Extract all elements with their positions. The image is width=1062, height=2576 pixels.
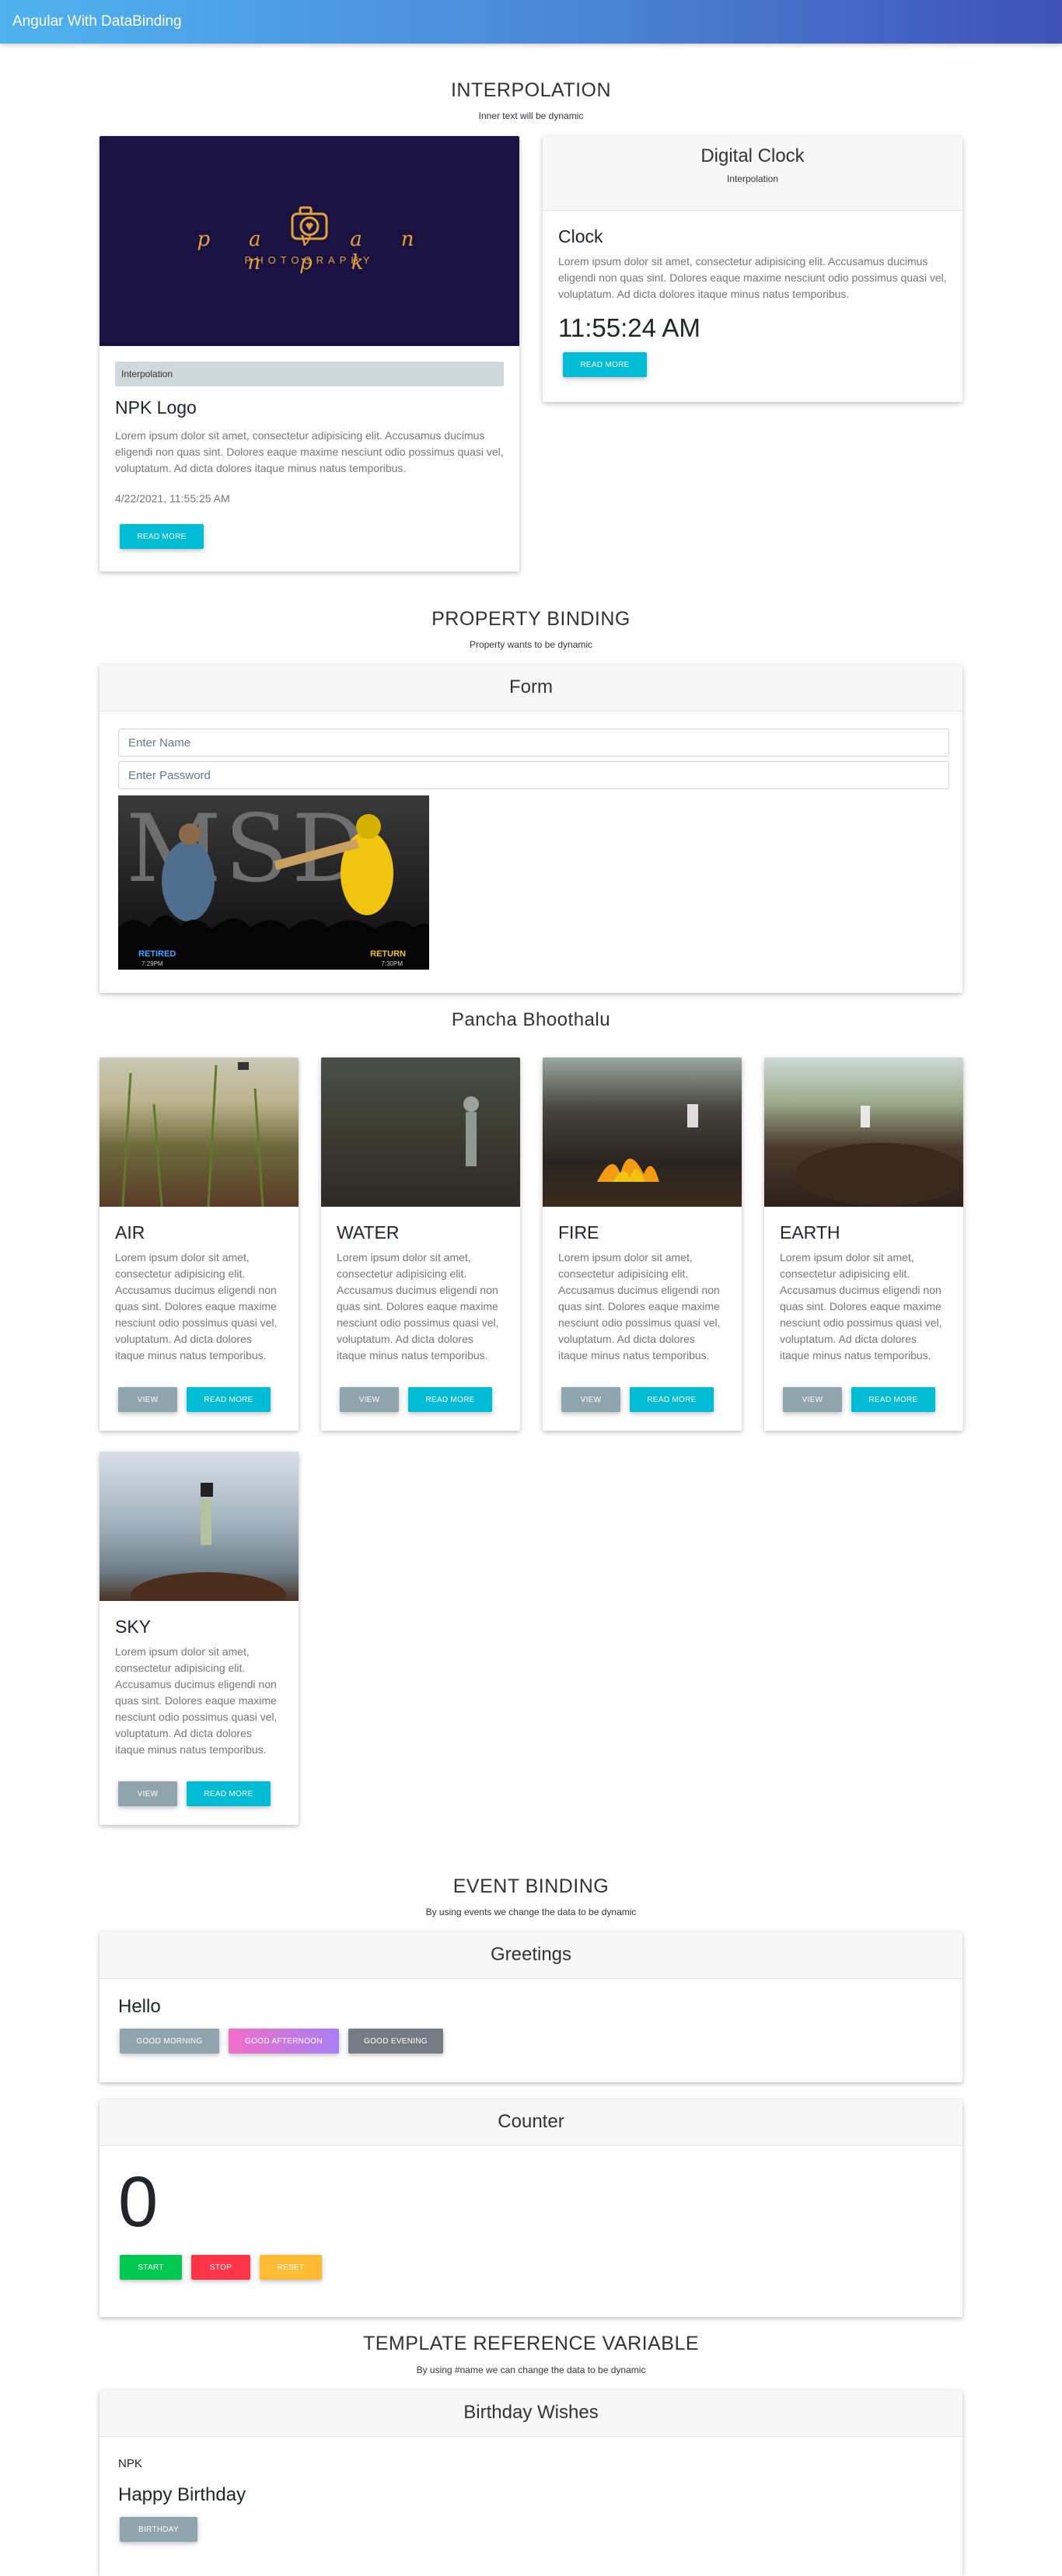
fire-title: FIRE: [558, 1222, 599, 1243]
npk-logo-datetime: 4/22/2021, 11:55:25 AM: [115, 492, 230, 505]
stop-button[interactable]: Stop: [191, 2255, 250, 2280]
water-card: WATER Lorem ipsum dolor sit amet, consec…: [321, 1057, 520, 1431]
sky-view-button[interactable]: View: [118, 1781, 177, 1806]
fire-text: Lorem ipsum dolor sit amet, consectetur …: [558, 1251, 721, 1361]
navbar-brand[interactable]: Angular With DataBinding: [12, 13, 182, 30]
event-binding-title: EVENT BINDING: [452, 1875, 610, 1897]
template-ref-title: TEMPLATE REFERENCE VARIABLE: [362, 2333, 700, 2354]
sky-text: Lorem ipsum dolor sit amet, consectetur …: [115, 1645, 278, 1756]
counter-header: Counter: [100, 2099, 962, 2146]
form-card: Form MSD RETIRED 7:29PM RETURN 7:30PM: [100, 665, 962, 993]
poster-players-icon: [118, 814, 429, 970]
earth-text: Lorem ipsum dolor sit amet, consectetur …: [780, 1251, 942, 1361]
clock-read-more-button[interactable]: Read more: [563, 352, 647, 377]
clock-time: 11:55:24 AM: [558, 313, 700, 342]
digital-clock-header: Digital Clock Interpolation: [543, 136, 962, 211]
water-view-button[interactable]: View: [340, 1387, 399, 1412]
greetings-header: Greetings: [100, 1932, 962, 1979]
password-input[interactable]: [118, 761, 949, 789]
good-afternoon-button[interactable]: Good Afternoon: [229, 2029, 339, 2053]
property-binding-title: PROPERTY BINDING: [431, 608, 631, 630]
poster-left-time: 7:29PM: [141, 960, 163, 967]
sky-read-more-button[interactable]: Read more: [187, 1781, 271, 1806]
fire-icon: [597, 1104, 698, 1182]
fire-card: FIRE Lorem ipsum dolor sit amet, consect…: [543, 1057, 742, 1431]
npk-logo-title: NPK Logo: [115, 397, 197, 418]
grass-icon: [121, 1062, 264, 1207]
greeting-message: Hello: [118, 1996, 161, 2017]
name-input[interactable]: [118, 729, 949, 757]
pancha-title: Pancha Bhoothalu: [451, 1009, 611, 1030]
msd-poster-image: MSD RETIRED 7:29PM RETURN 7:30PM: [118, 795, 429, 970]
interpolation-subtitle: Inner text will be dynamic: [478, 110, 584, 121]
good-evening-button[interactable]: Good Evening: [348, 2029, 443, 2053]
water-image: [321, 1057, 520, 1207]
field-icon: [463, 1096, 479, 1166]
template-ref-subtitle: By using #name we can change the data to…: [416, 2365, 646, 2375]
air-card: AIR Lorem ipsum dolor sit amet, consecte…: [100, 1057, 299, 1431]
fire-view-button[interactable]: View: [561, 1387, 620, 1412]
reset-button[interactable]: Reset: [260, 2255, 322, 2280]
water-text: Lorem ipsum dolor sit amet, consectetur …: [337, 1251, 499, 1361]
event-binding-subtitle: By using events we change the data to be…: [425, 1907, 637, 1917]
water-title: WATER: [337, 1222, 400, 1243]
interpolation-title: INTERPOLATION: [450, 79, 612, 101]
start-button[interactable]: Start: [120, 2255, 182, 2280]
digital-clock-header-sub: Interpolation: [726, 173, 779, 184]
npk-logo-card: pavan npk PHOTOGRAPHY Interpolation NPK …: [100, 136, 519, 571]
sky-figure-icon: [131, 1483, 286, 1601]
earth-view-button[interactable]: View: [783, 1387, 842, 1412]
earth-image: [764, 1057, 963, 1207]
logo-caption: PHOTOGRAPHY: [244, 254, 375, 266]
sky-image: [100, 1452, 299, 1601]
soil-icon: [795, 1106, 963, 1205]
birthday-card: Birthday Wishes NPK Happy Birthday Birth…: [100, 2390, 962, 2576]
fire-read-more-button[interactable]: Read more: [630, 1387, 714, 1412]
poster-right-label: RETURN: [370, 949, 406, 959]
air-read-more-button[interactable]: Read more: [187, 1387, 271, 1412]
earth-title: EARTH: [780, 1222, 840, 1243]
greetings-card: Greetings Hello Good Morning Good Aftern…: [100, 1932, 962, 2082]
digital-clock-header-title: Digital Clock: [700, 145, 805, 166]
birthday-button[interactable]: Birthday: [120, 2517, 197, 2542]
npk-read-more-button[interactable]: Read more: [120, 524, 204, 549]
npk-logo-image: pavan npk PHOTOGRAPHY: [100, 136, 519, 346]
navbar: Angular With DataBinding: [0, 0, 1062, 44]
fire-image: [543, 1057, 742, 1207]
birthday-name: NPK: [118, 2457, 142, 2470]
interpolation-badge: Interpolation: [115, 362, 504, 386]
sky-title: SKY: [115, 1617, 152, 1637]
water-read-more-button[interactable]: Read more: [408, 1387, 492, 1412]
clock-title: Clock: [558, 226, 603, 246]
counter-value: 0: [118, 2162, 159, 2242]
air-title: AIR: [115, 1222, 145, 1243]
form-header: Form: [100, 665, 962, 711]
good-morning-button[interactable]: Good Morning: [120, 2029, 219, 2053]
earth-read-more-button[interactable]: Read more: [851, 1387, 935, 1412]
birthday-message: Happy Birthday: [118, 2484, 246, 2505]
sky-card: SKY Lorem ipsum dolor sit amet, consecte…: [100, 1452, 299, 1825]
air-view-button[interactable]: View: [118, 1387, 177, 1412]
clock-text: Lorem ipsum dolor sit amet, consectetur …: [558, 255, 947, 300]
poster-left-label: RETIRED: [138, 949, 176, 959]
counter-card: Counter 0 Start Stop Reset: [100, 2099, 962, 2317]
digital-clock-card: Digital Clock Interpolation Clock Lorem …: [543, 136, 962, 402]
earth-card: EARTH Lorem ipsum dolor sit amet, consec…: [764, 1057, 963, 1431]
air-text: Lorem ipsum dolor sit amet, consectetur …: [115, 1251, 278, 1361]
property-binding-subtitle: Property wants to be dynamic: [469, 639, 593, 650]
birthday-header: Birthday Wishes: [100, 2390, 962, 2437]
logo-script-text: pavan npk: [197, 228, 453, 274]
air-image: [100, 1057, 299, 1207]
poster-right-time: 7:30PM: [381, 960, 403, 967]
npk-logo-text: Lorem ipsum dolor sit amet, consectetur …: [115, 429, 504, 474]
